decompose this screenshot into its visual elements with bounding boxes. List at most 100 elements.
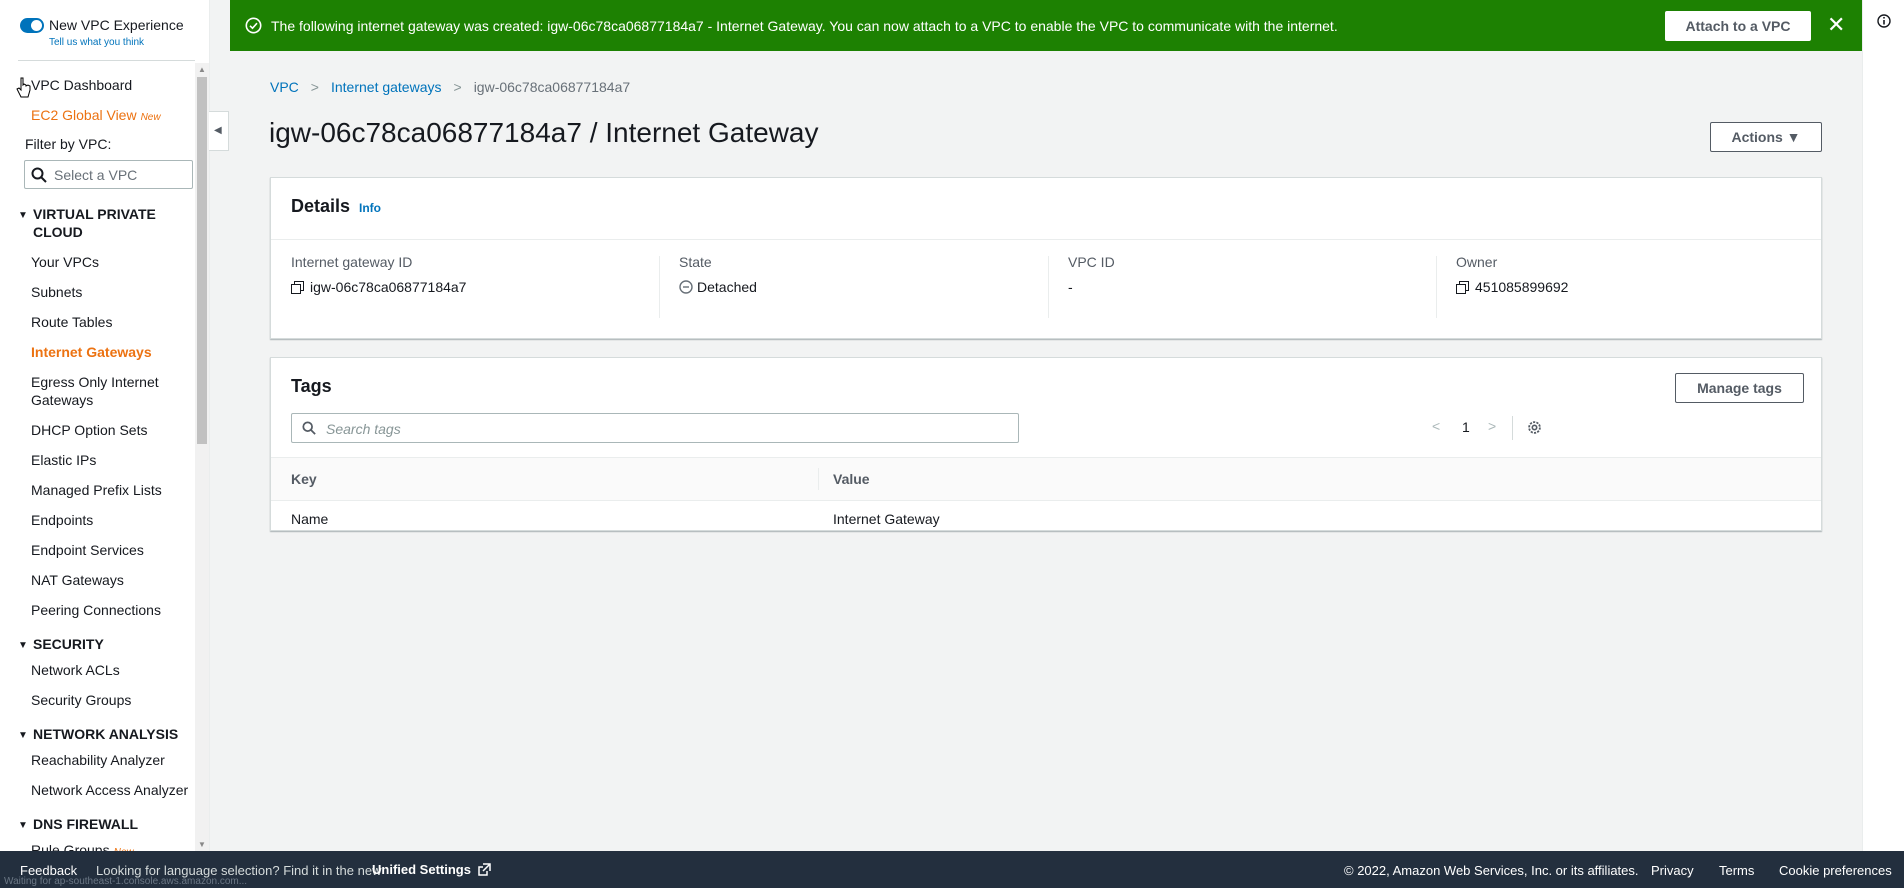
tag-search-placeholder: Search tags [326,421,401,437]
gateway-id-text: igw-06c78ca06877184a7 [310,279,467,295]
vpc-filter-select[interactable]: Select a VPC [24,160,193,189]
scroll-down-icon[interactable]: ▼ [198,840,206,849]
breadcrumb-current: igw-06c78ca06877184a7 [473,79,631,95]
new-vpc-experience-toggle[interactable] [20,18,44,33]
section-dns-firewall[interactable]: ▼ DNS FIREWALL [18,815,138,835]
sidebar-item-your-vpcs[interactable]: Your VPCs [31,253,99,271]
breadcrumb-internet-gateways[interactable]: Internet gateways [331,79,442,95]
table-cell-value: Internet Gateway [833,511,940,527]
flash-message: The following internet gateway was creat… [271,18,1338,34]
sidebar-item-rule-groups[interactable]: Rule GroupsNew [31,841,134,851]
column-header-value[interactable]: Value [833,471,870,487]
search-icon [302,421,316,435]
state-label: State [679,254,712,270]
filter-by-vpc-label: Filter by VPC: [25,136,112,152]
details-header: Details Info [271,178,1821,240]
sidebar-item-network-acls[interactable]: Network ACLs [31,661,120,679]
help-panel-rail [1862,0,1904,851]
sidebar-scrollbar[interactable]: ▲ ▼ [195,63,209,851]
owner-text: 451085899692 [1475,279,1569,295]
copy-icon[interactable] [1456,281,1469,294]
chevron-right-icon: > [453,79,462,95]
column-header-key[interactable]: Key [291,471,317,487]
info-icon[interactable] [1877,14,1891,28]
sidebar-item-label: EC2 Global View [31,107,137,123]
chevron-left-icon[interactable]: < [1432,418,1440,434]
scrollbar-thumb[interactable] [197,77,207,444]
state-value: Detached [679,279,757,295]
sidebar-divider [18,60,195,61]
sidebar-item-ec2-global-view[interactable]: EC2 Global View New [31,106,161,127]
column-divider [1048,256,1049,318]
terms-link[interactable]: Terms [1719,863,1754,878]
section-label: DNS FIREWALL [33,816,138,832]
caret-down-icon: ▼ [18,210,28,221]
sidebar-item-endpoint-services[interactable]: Endpoint Services [31,541,144,559]
sidebar-item-dhcp-option-sets[interactable]: DHCP Option Sets [31,421,147,439]
sidebar-item-network-access-analyzer[interactable]: Network Access Analyzer [31,781,188,799]
section-virtual-private-cloud[interactable]: ▼ VIRTUAL PRIVATE CLOUD [18,205,173,241]
actions-dropdown-button[interactable]: Actions ▼ [1710,122,1822,152]
chevron-right-icon: > [310,79,319,95]
state-text: Detached [697,279,757,295]
sidebar: New VPC Experience Tell us what you thin… [0,0,210,851]
section-network-analysis[interactable]: ▼ NETWORK ANALYSIS [18,725,178,745]
sidebar-item-elastic-ips[interactable]: Elastic IPs [31,451,96,469]
tags-panel: Tags Manage tags Search tags < 1 > Key V… [270,357,1822,531]
minus-circle-icon [679,280,693,294]
console-footer: Feedback Looking for language selection?… [0,851,1904,888]
section-label: NETWORK ANALYSIS [33,726,179,742]
breadcrumb-vpc[interactable]: VPC [270,79,299,95]
tag-search-input[interactable]: Search tags [291,413,1019,443]
unified-settings-label: Unified Settings [372,862,471,877]
sidebar-item-endpoints[interactable]: Endpoints [31,511,93,529]
collapse-sidebar-button[interactable]: ◀ [209,111,229,151]
caret-left-icon: ◀ [214,125,222,136]
copyright-text: © 2022, Amazon Web Services, Inc. or its… [1344,863,1639,878]
sidebar-item-vpc-dashboard[interactable]: VPC Dashboard [31,76,132,94]
tags-table-header: Key Value [271,457,1821,501]
close-icon[interactable]: ✕ [1827,13,1845,37]
scroll-up-icon[interactable]: ▲ [198,65,206,74]
sidebar-item-peering-connections[interactable]: Peering Connections [31,601,161,619]
check-circle-icon [245,17,262,34]
feedback-link[interactable]: Tell us what you think [49,37,144,48]
manage-tags-button[interactable]: Manage tags [1675,373,1804,403]
gateway-id-value: igw-06c78ca06877184a7 [291,279,466,295]
sidebar-item-label: Rule Groups [31,842,110,851]
sidebar-item-route-tables[interactable]: Route Tables [31,313,112,331]
caret-down-icon: ▼ [18,820,28,831]
unified-settings-link[interactable]: Unified Settings [372,862,491,877]
section-security[interactable]: ▼ SECURITY [18,635,104,655]
search-icon [31,167,47,183]
page-number[interactable]: 1 [1462,419,1470,435]
column-divider[interactable] [818,468,819,490]
column-divider [1436,256,1437,318]
gear-icon[interactable] [1526,419,1543,436]
info-link[interactable]: Info [359,201,381,215]
browser-status-text: Waiting for ap-southeast-1.console.aws.a… [4,876,248,887]
sidebar-item-reachability-analyzer[interactable]: Reachability Analyzer [31,751,165,769]
main-content: VPC > Internet gateways > igw-06c78ca0687718… [230,51,1862,851]
sidebar-item-nat-gateways[interactable]: NAT Gateways [31,571,124,589]
success-flashbar: The following internet gateway was creat… [230,0,1862,51]
vpc-id-label: VPC ID [1068,254,1115,270]
sidebar-item-managed-prefix-lists[interactable]: Managed Prefix Lists [31,481,162,499]
gateway-id-label: Internet gateway ID [291,254,413,270]
section-label: SECURITY [33,636,104,652]
pager-divider [1512,416,1513,440]
sidebar-item-subnets[interactable]: Subnets [31,283,82,301]
cookie-preferences-link[interactable]: Cookie preferences [1779,863,1892,878]
sidebar-item-internet-gateways[interactable]: Internet Gateways [31,343,152,361]
breadcrumb: VPC > Internet gateways > igw-06c78ca0687718… [270,79,630,95]
section-label: VIRTUAL PRIVATE CLOUD [33,206,156,240]
new-vpc-experience-label: New VPC Experience [49,17,184,33]
sidebar-item-security-groups[interactable]: Security Groups [31,691,131,709]
sidebar-item-egress-only-internet-gateways[interactable]: Egress Only Internet Gateways [31,373,171,409]
details-panel: Details Info Internet gateway ID igw-06c… [270,177,1822,339]
attach-to-vpc-button[interactable]: Attach to a VPC [1665,11,1811,41]
privacy-link[interactable]: Privacy [1651,863,1694,878]
table-cell-key: Name [291,511,329,527]
chevron-right-icon[interactable]: > [1488,418,1496,434]
copy-icon[interactable] [291,281,304,294]
